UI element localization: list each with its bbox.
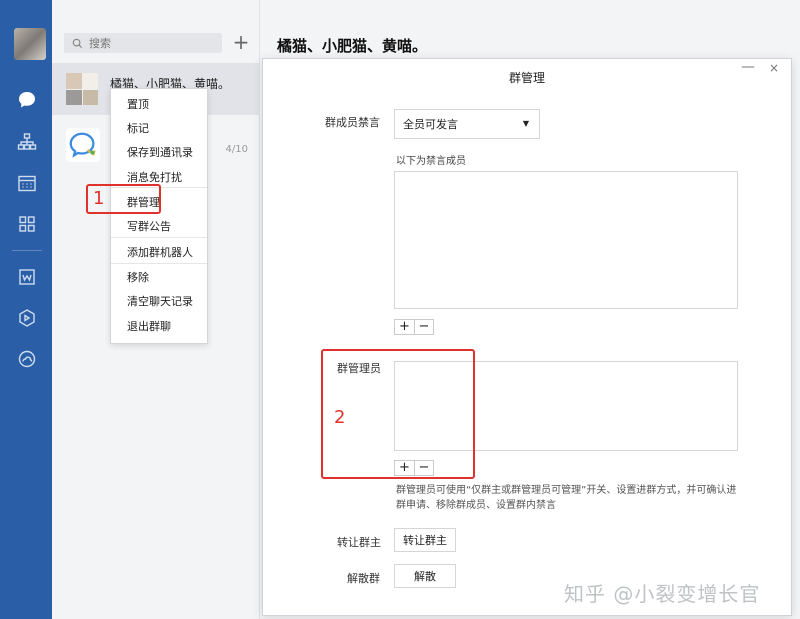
search-input[interactable] [89, 36, 209, 50]
muted-members-list[interactable] [394, 171, 738, 309]
chevron-down-icon: ▼ [522, 119, 529, 128]
app-window: + 橘猫、小肥猫、黄喵。 4/10 置顶 标记 保存到通讯录 消息免打扰 [0, 0, 800, 619]
context-menu: 置顶 标记 保存到通讯录 消息免打扰 群管理 写群公告 添加群机器人 移除 清空… [110, 88, 208, 344]
watermark: 知乎 @小裂变增长官 [564, 582, 761, 606]
mute-list-label: 以下为禁言成员 [396, 156, 466, 167]
menu-item-save-contacts[interactable]: 保存到通讯录 [127, 144, 193, 160]
annotation-number-2: 2 [334, 407, 346, 428]
menu-item-add-bot[interactable]: 添加群机器人 [127, 244, 193, 260]
nav-sidebar [0, 0, 52, 619]
conversation-count: 4/10 [225, 144, 248, 155]
cube-icon[interactable] [16, 307, 38, 329]
search-icon [72, 38, 83, 48]
chat-logo-icon [69, 132, 96, 158]
annotation-number-1: 1 [93, 188, 105, 209]
user-avatar[interactable] [14, 28, 46, 60]
org-chart-icon[interactable] [16, 131, 38, 153]
minimize-button[interactable]: — [741, 59, 755, 75]
menu-divider [111, 263, 207, 264]
doc-w-icon[interactable] [16, 266, 38, 288]
add-button[interactable]: + [231, 30, 251, 54]
chat-bubble-icon[interactable] [16, 89, 38, 111]
menu-divider [111, 237, 207, 238]
sidebar-divider [12, 250, 42, 251]
dialog-title: 群管理 [508, 71, 545, 85]
add-muted-button[interactable]: + [395, 320, 414, 334]
menu-item-remove[interactable]: 移除 [127, 269, 149, 285]
admin-note: 群管理员可使用“仅群主或群管理员可管理”开关、设置进群方式，并可确认进群申请、移… [396, 485, 737, 511]
transfer-owner-button[interactable]: 转让群主 [394, 528, 456, 552]
dissolve-label: 解散群 [347, 572, 380, 585]
close-button[interactable]: × [769, 61, 779, 75]
mute-label: 群成员禁言 [325, 116, 380, 129]
menu-item-clear-history[interactable]: 清空聊天记录 [127, 293, 193, 309]
search-box[interactable] [64, 33, 222, 53]
mute-select[interactable]: 全员可发言 ▼ [394, 109, 540, 139]
menu-item-announcement[interactable]: 写群公告 [127, 218, 171, 234]
doc-avatar [66, 128, 100, 162]
transfer-owner-label: 转让群主 [337, 536, 381, 549]
group-manage-dialog: 群管理 — × 群成员禁言 全员可发言 ▼ 以下为禁言成员 + − 群管理员 +… [262, 58, 792, 616]
menu-item-mark[interactable]: 标记 [127, 120, 149, 136]
dissolve-button[interactable]: 解散 [394, 564, 456, 588]
group-avatar [66, 73, 98, 105]
calendar-icon[interactable] [16, 172, 38, 194]
chat-title: 橘猫、小肥猫、黄喵。 [277, 37, 428, 55]
muted-members-controls: + − [394, 319, 434, 335]
cloud-icon[interactable] [16, 348, 38, 370]
menu-item-mute[interactable]: 消息免打扰 [127, 169, 182, 185]
remove-muted-button[interactable]: − [414, 320, 433, 334]
apps-grid-icon[interactable] [16, 213, 38, 235]
menu-item-pin[interactable]: 置顶 [127, 96, 149, 112]
menu-item-leave-group[interactable]: 退出群聊 [127, 318, 171, 334]
mute-select-value: 全员可发言 [403, 118, 458, 131]
